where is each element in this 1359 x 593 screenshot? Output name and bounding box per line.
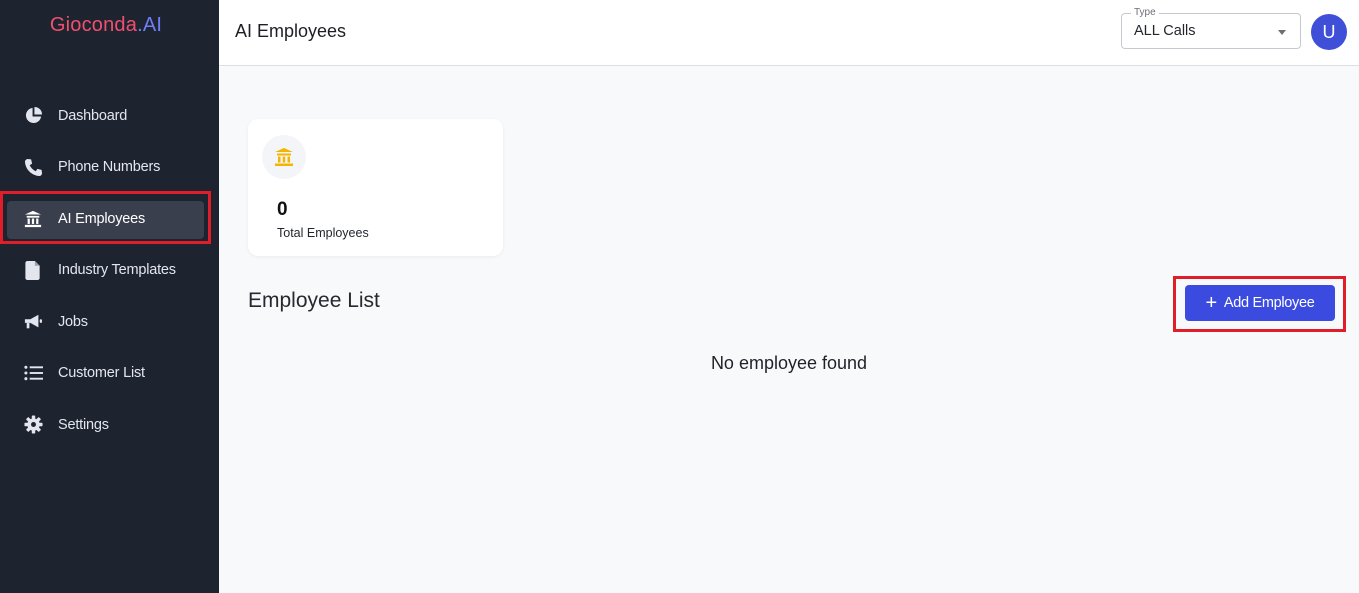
avatar[interactable]: U <box>1311 14 1347 50</box>
sidebar-item-label: Dashboard <box>58 107 128 124</box>
sidebar-item-settings[interactable]: Settings <box>0 399 219 451</box>
list-icon <box>22 362 44 384</box>
sidebar-item-customer-list[interactable]: Customer List <box>0 348 219 400</box>
sidebar-item-label: Customer List <box>58 365 145 382</box>
plus-icon: + <box>1205 292 1217 314</box>
pie-chart-icon <box>22 105 44 127</box>
type-select[interactable]: Type ALL Calls <box>1121 7 1301 49</box>
total-employees-label: Total Employees <box>277 226 369 240</box>
app-logo[interactable]: Gioconda.AI <box>0 14 212 37</box>
megaphone-icon <box>22 311 44 333</box>
chevron-down-icon <box>1278 30 1286 35</box>
sidebar-item-phone-numbers[interactable]: Phone Numbers <box>0 142 219 194</box>
top-bar: AI Employees Type ALL Calls U <box>219 0 1359 66</box>
add-employee-button[interactable]: + Add Employee <box>1185 285 1335 321</box>
sidebar-item-label: Phone Numbers <box>58 159 161 176</box>
logo-name: Gioconda <box>49 14 138 36</box>
sidebar-item-dashboard[interactable]: Dashboard <box>0 90 219 142</box>
sidebar-item-ai-employees[interactable]: AI Employees <box>0 193 219 245</box>
sidebar-item-label: AI Employees <box>58 210 146 227</box>
employee-building-icon <box>262 135 306 179</box>
sidebar-item-industry-templates[interactable]: Industry Templates <box>0 245 219 297</box>
employee-building-icon <box>22 208 44 230</box>
sidebar-item-label: Settings <box>58 416 109 433</box>
sidebar-item-label: Industry Templates <box>58 262 176 279</box>
type-select-value: ALL Calls <box>1134 23 1196 39</box>
add-employee-label: Add Employee <box>1223 295 1315 311</box>
total-employees-value: 0 <box>277 199 288 220</box>
sidebar-item-label: Jobs <box>58 313 88 330</box>
logo-suffix: .AI <box>137 14 163 36</box>
empty-state-message: No employee found <box>710 353 868 373</box>
sidebar-item-jobs[interactable]: Jobs <box>0 296 219 348</box>
total-employees-card: 0 Total Employees <box>248 119 503 256</box>
page-title: AI Employees <box>235 21 347 41</box>
sidebar: Gioconda.AI Dashboard Phone Numbers AI E… <box>0 0 219 593</box>
employee-list-heading: Employee List <box>248 289 380 312</box>
type-select-label: Type <box>1131 7 1159 19</box>
gear-icon <box>22 414 44 436</box>
sidebar-nav: Dashboard Phone Numbers AI Employees Ind… <box>0 90 219 451</box>
phone-icon <box>22 156 44 178</box>
file-icon <box>22 259 44 281</box>
